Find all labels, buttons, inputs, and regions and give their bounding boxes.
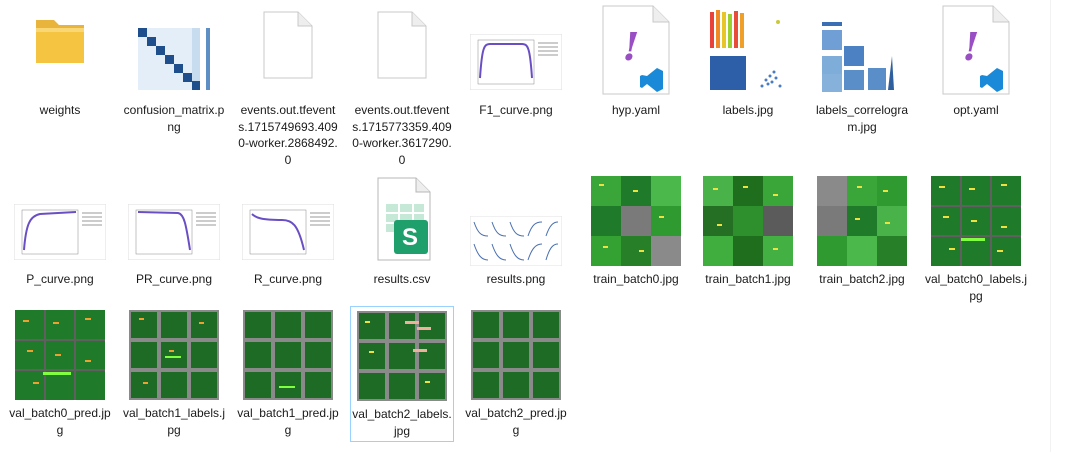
- confusion-matrix-thumbnail: [132, 24, 216, 98]
- labels-thumbnail: [700, 6, 796, 94]
- file-item-weights[interactable]: weights: [8, 4, 112, 140]
- r-curve-thumbnail: [242, 204, 334, 260]
- file-label: results.png: [486, 272, 546, 286]
- file-item-results-png[interactable]: results.png: [464, 172, 568, 308]
- file-item-events-2[interactable]: events.out.tfevents.1715773359.4090-work…: [350, 4, 454, 167]
- file-label: val_batch1_labels.jpg: [122, 406, 226, 437]
- file-label: val_batch0_pred.jpg: [9, 406, 111, 437]
- file-label: P_curve.png: [26, 272, 94, 286]
- file-label: val_batch2_labels.jpg: [352, 407, 452, 438]
- file-item-train-batch1[interactable]: train_batch1.jpg: [696, 172, 800, 308]
- file-label: events.out.tfevents.1715773359.4090-work…: [352, 103, 452, 167]
- val-batch0-pred-thumbnail: [15, 310, 105, 400]
- f1-curve-thumbnail: [470, 34, 562, 90]
- file-label: val_batch1_pred.jpg: [237, 406, 339, 437]
- file-item-val-batch0-pred[interactable]: val_batch0_pred.jpg: [8, 306, 112, 442]
- folder-icon: [36, 20, 84, 63]
- file-item-train-batch2[interactable]: train_batch2.jpg: [810, 172, 914, 308]
- train-batch1-thumbnail: [703, 176, 793, 266]
- file-item-events-1[interactable]: events.out.tfevents.1715749693.4090-work…: [236, 4, 340, 167]
- pr-curve-thumbnail: [128, 204, 220, 260]
- csv-s-letter: S: [401, 224, 418, 251]
- train-batch2-thumbnail: [817, 176, 907, 266]
- file-label: opt.yaml: [953, 103, 999, 117]
- file-item-train-batch0[interactable]: train_batch0.jpg: [584, 172, 688, 308]
- file-item-f1-curve[interactable]: F1_curve.png: [464, 4, 568, 140]
- svg-text:!: !: [963, 24, 980, 69]
- file-label: train_batch0.jpg: [593, 272, 679, 286]
- yaml-file-icon: !: [942, 5, 1010, 95]
- file-label: R_curve.png: [253, 272, 323, 286]
- file-item-val-batch1-pred[interactable]: val_batch1_pred.jpg: [236, 306, 340, 442]
- file-item-labels[interactable]: labels.jpg: [696, 4, 800, 140]
- correlogram-thumbnail: [814, 6, 910, 94]
- val-batch1-pred-thumbnail: [243, 310, 333, 400]
- right-divider: [1050, 0, 1051, 452]
- file-label: labels_correlogram.jpg: [815, 103, 909, 134]
- file-item-labels-correlogram[interactable]: labels_correlogram.jpg: [810, 4, 914, 140]
- train-batch0-thumbnail: [591, 176, 681, 266]
- file-item-opt-yaml[interactable]: ! opt.yaml: [924, 4, 1028, 140]
- file-label: PR_curve.png: [135, 272, 213, 286]
- file-item-p-curve[interactable]: P_curve.png: [8, 172, 112, 308]
- file-item-val-batch2-pred[interactable]: val_batch2_pred.jpg: [464, 306, 568, 442]
- file-label: train_batch1.jpg: [705, 272, 791, 286]
- yaml-file-icon: !: [602, 5, 670, 95]
- file-label: weights: [39, 103, 81, 117]
- file-label: F1_curve.png: [479, 103, 553, 117]
- val-batch2-pred-thumbnail: [471, 310, 561, 400]
- file-item-confusion-matrix[interactable]: confusion_matrix.png: [122, 4, 226, 140]
- results-thumbnail: [470, 216, 562, 266]
- blank-file-icon: [377, 11, 427, 79]
- file-label: labels.jpg: [722, 103, 774, 117]
- val-batch2-labels-thumbnail: [357, 311, 447, 401]
- file-label: events.out.tfevents.1715749693.4090-work…: [238, 103, 338, 167]
- file-label: confusion_matrix.png: [123, 103, 225, 134]
- file-item-results-csv[interactable]: S results.csv: [350, 172, 454, 308]
- file-item-hyp-yaml[interactable]: ! hyp.yaml: [584, 4, 688, 140]
- val-batch1-labels-thumbnail: [129, 310, 219, 400]
- file-label: val_batch0_labels.jpg: [924, 272, 1028, 303]
- file-item-pr-curve[interactable]: PR_curve.png: [122, 172, 226, 308]
- file-item-val-batch2-labels[interactable]: val_batch2_labels.jpg: [350, 306, 454, 442]
- blank-file-icon: [263, 11, 313, 79]
- val-batch0-labels-thumbnail: [931, 176, 1021, 266]
- file-label: hyp.yaml: [611, 103, 661, 117]
- file-label: train_batch2.jpg: [819, 272, 905, 286]
- p-curve-thumbnail: [14, 204, 106, 260]
- file-label: results.csv: [373, 272, 431, 286]
- svg-text:!: !: [623, 24, 640, 69]
- file-item-val-batch0-labels[interactable]: val_batch0_labels.jpg: [924, 172, 1028, 308]
- file-label: val_batch2_pred.jpg: [465, 406, 567, 437]
- file-item-r-curve[interactable]: R_curve.png: [236, 172, 340, 308]
- file-item-val-batch1-labels[interactable]: val_batch1_labels.jpg: [122, 306, 226, 442]
